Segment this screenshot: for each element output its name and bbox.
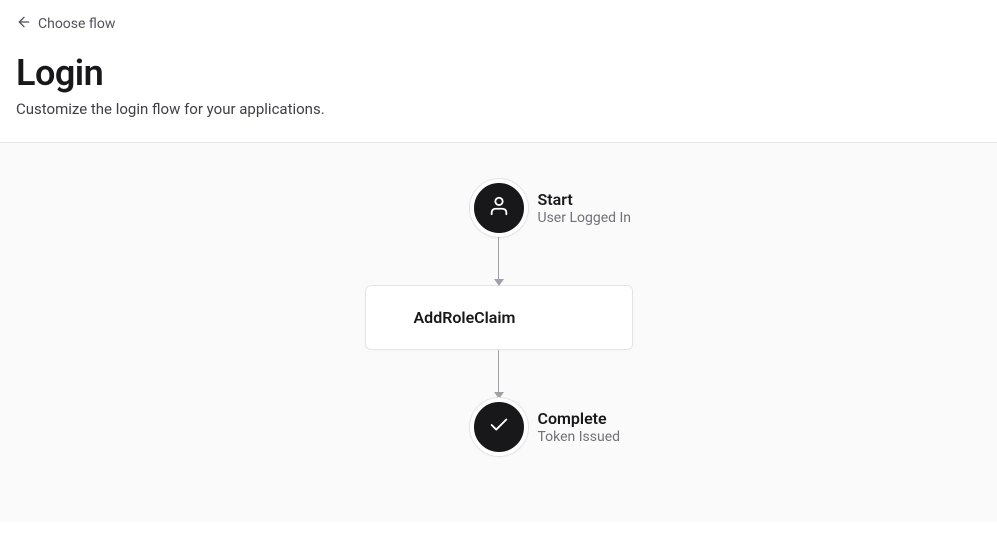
page-subtitle: Customize the login flow for your applic… bbox=[16, 100, 981, 118]
start-node-labels: Start User Logged In bbox=[538, 190, 678, 226]
action-node-label: AddRoleClaim bbox=[414, 308, 516, 327]
flow-diagram: Start User Logged In AddRoleClaim bbox=[365, 179, 633, 456]
start-node-title: Start bbox=[538, 190, 678, 209]
connector-2 bbox=[498, 350, 500, 398]
end-node-labels: Complete Token Issued bbox=[538, 409, 678, 445]
breadcrumb-back[interactable]: Choose flow bbox=[16, 14, 981, 34]
start-node-circle bbox=[470, 179, 528, 237]
arrow-left-icon bbox=[16, 14, 32, 34]
start-node[interactable]: Start User Logged In bbox=[470, 179, 528, 237]
end-node-subtitle: Token Issued bbox=[538, 429, 678, 445]
start-node-subtitle: User Logged In bbox=[538, 210, 678, 226]
breadcrumb-label: Choose flow bbox=[38, 16, 115, 32]
check-icon bbox=[488, 414, 510, 440]
user-icon bbox=[488, 195, 510, 221]
action-node[interactable]: AddRoleClaim bbox=[365, 285, 633, 350]
flow-canvas[interactable]: Start User Logged In AddRoleClaim bbox=[0, 142, 997, 522]
end-node[interactable]: Complete Token Issued bbox=[470, 398, 528, 456]
page-title: Login bbox=[16, 52, 981, 94]
end-node-title: Complete bbox=[538, 409, 678, 428]
connector-1 bbox=[498, 237, 500, 285]
page-header: Choose flow Login Customize the login fl… bbox=[0, 0, 997, 142]
end-node-circle bbox=[470, 398, 528, 456]
